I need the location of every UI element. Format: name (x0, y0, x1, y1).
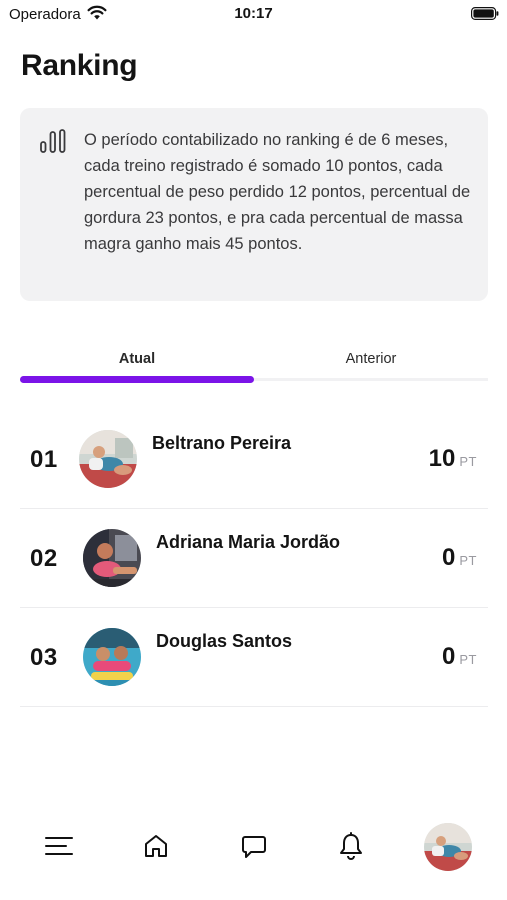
home-icon[interactable] (141, 831, 171, 861)
points-unit: PT (459, 652, 477, 667)
ranking-list: 01 Beltrano Pereira 10 PT 02 Adriana Mar… (20, 410, 488, 707)
ranking-row[interactable]: 02 Adriana Maria Jordão 0 PT (20, 509, 488, 608)
rank-position: 02 (30, 545, 58, 572)
points-value: 0 (442, 643, 456, 670)
points-unit: PT (459, 454, 477, 469)
tab-current[interactable]: Atual (20, 340, 254, 378)
user-name: Douglas Santos (156, 631, 293, 651)
status-bar: Operadora 10:17 (0, 0, 507, 28)
points-unit: PT (459, 553, 477, 568)
user-points: 10 PT (429, 444, 477, 474)
page-title: Ranking (21, 49, 138, 82)
status-time: 10:17 (234, 5, 273, 22)
ranking-info-card: O período contabilizado no ranking é de … (20, 108, 488, 301)
bottom-navigation (0, 815, 507, 879)
chat-icon[interactable] (239, 831, 269, 861)
ranking-rules-text: O período contabilizado no ranking é de … (84, 131, 471, 253)
user-points: 0 PT (442, 642, 477, 672)
points-value: 10 (428, 445, 456, 472)
user-avatar (83, 529, 141, 587)
user-avatar (79, 430, 137, 488)
rank-position: 03 (30, 644, 58, 671)
user-name: Beltrano Pereira (152, 433, 292, 453)
user-avatar (83, 628, 141, 686)
ranking-row[interactable]: 03 Douglas Santos 0 PT (20, 608, 488, 707)
ranking-screen: Operadora 10:17 Ranking O período contab… (0, 0, 507, 900)
profile-avatar[interactable] (424, 823, 472, 871)
user-name: Adriana Maria Jordão (156, 532, 341, 552)
tab-previous[interactable]: Anterior (254, 340, 488, 378)
ranking-period-tabs: Atual Anterior (20, 340, 488, 384)
rank-position: 01 (30, 446, 58, 473)
user-points: 0 PT (442, 543, 477, 573)
bell-icon[interactable] (336, 831, 366, 861)
ranking-row[interactable]: 01 Beltrano Pereira 10 PT (20, 410, 488, 509)
menu-icon[interactable] (44, 831, 74, 861)
active-tab-indicator (20, 376, 254, 383)
points-value: 0 (442, 544, 456, 571)
battery-icon (471, 7, 499, 20)
bar-chart-icon (39, 129, 67, 155)
